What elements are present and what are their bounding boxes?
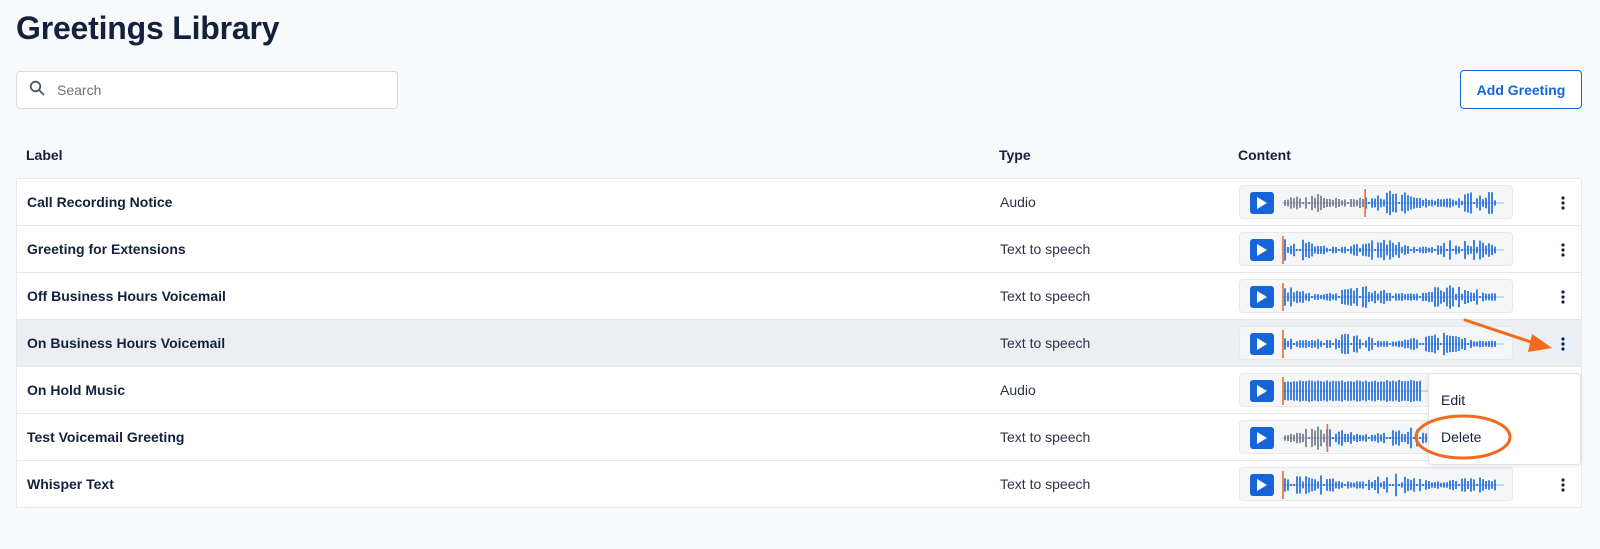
menu-item-edit[interactable]: Edit bbox=[1441, 392, 1465, 408]
audio-player bbox=[1239, 467, 1513, 501]
play-button[interactable] bbox=[1250, 192, 1274, 214]
kebab-icon bbox=[1561, 290, 1565, 304]
page-title: Greetings Library bbox=[16, 10, 280, 46]
waveform[interactable] bbox=[1282, 189, 1504, 217]
row-type: Audio bbox=[1000, 194, 1036, 210]
table-row[interactable]: Greeting for Extensions Text to speech bbox=[16, 225, 1582, 273]
menu-item-delete[interactable]: Delete bbox=[1441, 429, 1481, 445]
greetings-table: Call Recording Notice Audio Greeting for… bbox=[16, 178, 1582, 508]
kebab-icon bbox=[1561, 337, 1565, 351]
row-label: Whisper Text bbox=[27, 476, 114, 492]
play-button[interactable] bbox=[1250, 427, 1274, 449]
add-greeting-button[interactable]: Add Greeting bbox=[1460, 70, 1582, 109]
play-button[interactable] bbox=[1250, 333, 1274, 355]
more-options-button[interactable] bbox=[1553, 191, 1573, 215]
waveform[interactable] bbox=[1282, 330, 1504, 358]
search-input[interactable] bbox=[57, 82, 377, 98]
waveform[interactable] bbox=[1282, 236, 1504, 264]
play-button[interactable] bbox=[1250, 380, 1274, 402]
kebab-icon bbox=[1561, 196, 1565, 210]
table-row[interactable]: Whisper Text Text to speech bbox=[16, 460, 1582, 508]
row-label: Off Business Hours Voicemail bbox=[27, 288, 226, 304]
play-icon bbox=[1257, 338, 1267, 350]
row-type: Text to speech bbox=[1000, 288, 1091, 304]
context-menu: Edit Delete bbox=[1428, 373, 1581, 465]
column-header-label: Label bbox=[26, 147, 63, 163]
play-icon bbox=[1257, 197, 1267, 209]
row-label: On Hold Music bbox=[27, 382, 125, 398]
row-label: Call Recording Notice bbox=[27, 194, 173, 210]
row-type: Audio bbox=[1000, 382, 1036, 398]
audio-player bbox=[1239, 185, 1513, 219]
table-row[interactable]: Test Voicemail Greeting Text to speech bbox=[16, 413, 1582, 461]
play-button[interactable] bbox=[1250, 239, 1274, 261]
kebab-icon bbox=[1561, 243, 1565, 257]
play-icon bbox=[1257, 385, 1267, 397]
row-label: Greeting for Extensions bbox=[27, 241, 186, 257]
play-icon bbox=[1257, 244, 1267, 256]
play-button[interactable] bbox=[1250, 474, 1274, 496]
table-row[interactable]: On Business Hours Voicemail Text to spee… bbox=[16, 319, 1582, 367]
play-icon bbox=[1257, 479, 1267, 491]
column-header-content: Content bbox=[1238, 147, 1291, 163]
audio-player bbox=[1239, 326, 1513, 360]
play-icon bbox=[1257, 291, 1267, 303]
waveform[interactable] bbox=[1282, 471, 1504, 499]
table-row[interactable]: Off Business Hours Voicemail Text to spe… bbox=[16, 272, 1582, 320]
row-type: Text to speech bbox=[1000, 241, 1091, 257]
more-options-button[interactable] bbox=[1553, 473, 1573, 497]
row-label: Test Voicemail Greeting bbox=[27, 429, 185, 445]
table-row[interactable]: On Hold Music Audio bbox=[16, 366, 1582, 414]
more-options-button[interactable] bbox=[1553, 238, 1573, 262]
row-type: Text to speech bbox=[1000, 476, 1091, 492]
table-row[interactable]: Call Recording Notice Audio bbox=[16, 178, 1582, 226]
more-options-button[interactable] bbox=[1553, 332, 1573, 356]
audio-player bbox=[1239, 279, 1513, 313]
row-label: On Business Hours Voicemail bbox=[27, 335, 226, 351]
search-box[interactable] bbox=[16, 71, 398, 109]
more-options-button[interactable] bbox=[1553, 285, 1573, 309]
audio-player bbox=[1239, 232, 1513, 266]
play-button[interactable] bbox=[1250, 286, 1274, 308]
row-type: Text to speech bbox=[1000, 429, 1091, 445]
kebab-icon bbox=[1561, 478, 1565, 492]
row-type: Text to speech bbox=[1000, 335, 1091, 351]
column-header-type: Type bbox=[999, 147, 1031, 163]
waveform[interactable] bbox=[1282, 283, 1504, 311]
play-icon bbox=[1257, 432, 1267, 444]
search-icon bbox=[29, 80, 45, 101]
